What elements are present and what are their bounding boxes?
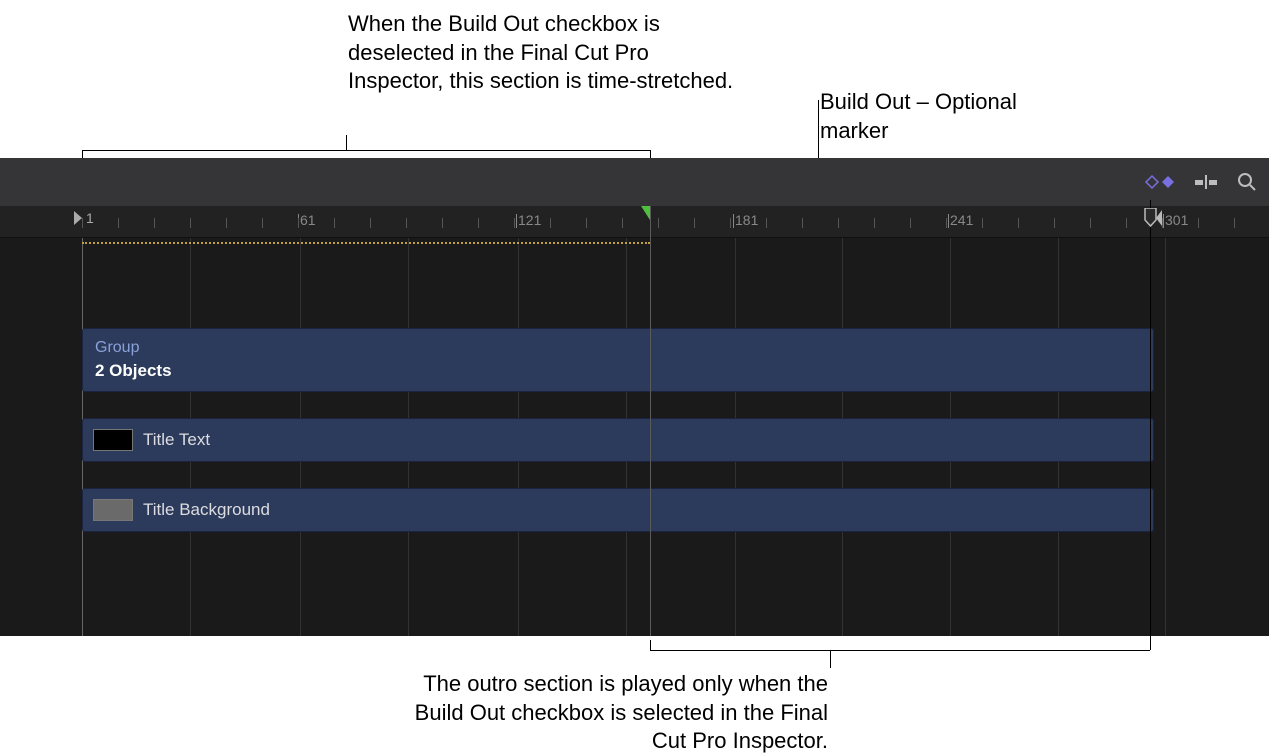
callout-bottom: The outro section is played only when th… [398,670,828,756]
ruler-minor-tick [874,218,875,228]
ruler-minor-tick [1018,218,1019,228]
title-text-clip[interactable]: Title Text [82,418,1154,462]
timeline-ruler[interactable]: 1 61 121 181 241 301 [0,206,1269,238]
ruler-minor-tick [550,218,551,228]
ruler-minor-tick [1054,218,1055,228]
ruler-minor-tick [478,218,479,228]
ruler-minor-tick [370,218,371,228]
group-name: Group [95,339,139,357]
clip-thumbnail [93,429,133,451]
ruler-tick: 121 [518,212,541,228]
ruler-tick: 301 [1165,212,1188,228]
ruler-minor-tick [658,218,659,228]
ruler-minor-tick [118,218,119,228]
timeline-panel: 1 61 121 181 241 301 [0,158,1269,636]
ruler-minor-tick [946,218,947,228]
callout-bracket-top-left [82,150,650,151]
ruler-minor-tick [190,218,191,228]
ruler-start-label: 1 [86,210,94,226]
ruler-tick: 61 [300,212,316,228]
ruler-minor-tick [1090,218,1091,228]
clip-label: Title Text [143,430,210,450]
ruler-tick: 241 [950,212,973,228]
ruler-minor-tick [226,218,227,228]
ruler-minor-tick [1162,218,1163,228]
clip-thumbnail [93,499,133,521]
ruler-minor-tick [406,218,407,228]
playhead-line [650,206,651,636]
clip-label: Title Background [143,500,270,520]
keyframe-icon[interactable] [1145,174,1175,190]
ruler-minor-tick [982,218,983,228]
ruler-minor-tick [298,218,299,228]
zoom-icon[interactable] [1237,172,1257,192]
callout-top-left: When the Build Out checkbox is deselecte… [348,10,748,96]
ruler-minor-tick [262,218,263,228]
ruler-minor-tick [442,218,443,228]
callout-bracket-bottom-stem [830,650,831,668]
ruler-minor-tick [838,218,839,228]
callout-bracket-bottom-r [1150,640,1151,650]
timeline-toolbar [0,158,1269,206]
ruler-minor-tick [1234,218,1235,228]
ruler-minor-tick [730,218,731,228]
callout-bracket-bottom-l [650,640,651,650]
callout-line-end-marker [1150,200,1151,640]
group-clip[interactable]: Group 2 Objects [82,328,1154,392]
ruler-minor-tick [514,218,515,228]
ruler-minor-tick [82,218,83,228]
ruler-minor-tick [1198,218,1199,228]
group-object-count: 2 Objects [95,361,172,381]
project-end-marker[interactable] [1142,208,1156,226]
callout-top-right: Build Out – Optional marker [820,88,1070,145]
ruler-minor-tick [1126,218,1127,228]
ruler-minor-tick [622,218,623,228]
callout-bracket-top-left-stem [346,135,347,150]
ruler-minor-tick [910,218,911,228]
ruler-minor-tick [586,218,587,228]
ruler-minor-tick [334,218,335,228]
build-out-marker[interactable] [641,206,650,220]
title-background-clip[interactable]: Title Background [82,488,1154,532]
callout-bracket-bottom [650,650,1150,651]
ruler-minor-tick [802,218,803,228]
ruler-minor-tick [694,218,695,228]
ruler-minor-tick [154,218,155,228]
tracks-area[interactable]: Group 2 Objects Title Text Title Backgro… [0,238,1269,636]
time-stretch-range [82,242,650,244]
snap-icon[interactable] [1193,173,1219,191]
playhead-start-marker[interactable]: 1 [74,210,94,226]
ruler-minor-tick [766,218,767,228]
ruler-tick: 181 [735,212,758,228]
